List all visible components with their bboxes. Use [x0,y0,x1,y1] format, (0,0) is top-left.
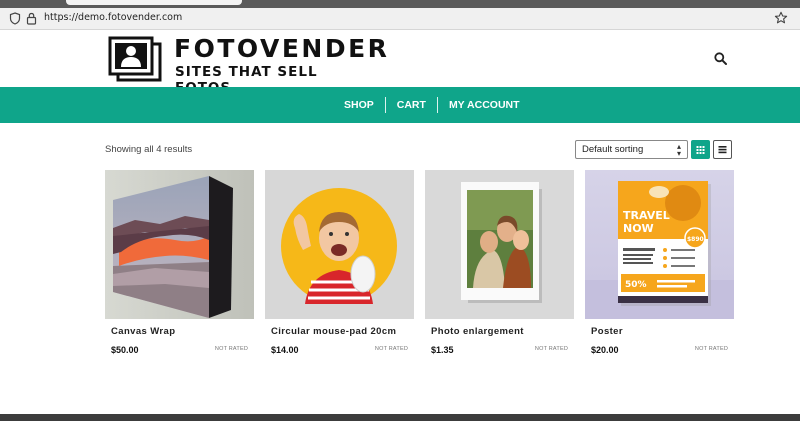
address-bar[interactable]: https://demo.fotovender.com [0,8,800,30]
product-price: $50.00 [111,345,139,355]
logo-name: FOTOVENDER [174,34,390,63]
product-card[interactable]: TRAVEL NOW $890 50% Poster $20.00 NOT RA… [585,170,734,360]
product-card[interactable]: Photo enlargement $1.35 NOT RATED [425,170,574,360]
product-title[interactable]: Poster [591,326,623,337]
nav-menu: SHOP CART MY ACCOUNT [333,87,531,123]
product-image-mouse-pad[interactable] [265,170,414,319]
select-arrows-icon: ▴ ▾ [676,142,681,158]
browser-top-strip [0,0,800,8]
product-title[interactable]: Canvas Wrap [111,326,175,337]
poster-art-line2: NOW [623,222,654,235]
grid-icon [696,146,705,154]
grid-view-button[interactable] [691,140,710,159]
list-icon [718,146,727,154]
url-text[interactable]: https://demo.fotovender.com [44,12,182,23]
bookmark-star-icon[interactable] [774,11,788,25]
product-rating: NOT RATED [214,346,248,352]
product-price: $20.00 [591,345,619,355]
nav-item-cart[interactable]: CART [384,97,437,113]
poster-art-line1: TRAVEL [623,209,670,222]
main-navigation: SHOP CART MY ACCOUNT [0,87,800,123]
product-image-canvas-wrap[interactable] [105,170,254,319]
search-icon[interactable] [714,52,727,65]
product-rating: NOT RATED [694,346,728,352]
sorting-select-value: Default sorting [582,144,644,155]
product-image-photo-enlargement[interactable] [425,170,574,319]
poster-art-price: $890 [687,236,704,243]
product-card[interactable]: Circular mouse-pad 20cm $14.00 NOT RATED [265,170,414,360]
product-price: $1.35 [431,345,454,355]
product-rating: NOT RATED [534,346,568,352]
list-view-button[interactable] [713,140,732,159]
poster-art-promo: 50% [625,280,647,290]
product-title[interactable]: Photo enlargement [431,326,524,337]
photo-stack-logo-icon [108,36,162,82]
lock-icon [26,12,37,25]
nav-item-shop[interactable]: SHOP [333,97,385,113]
nav-item-my-account[interactable]: MY ACCOUNT [436,97,531,113]
site-footer [0,414,800,421]
product-rating: NOT RATED [374,346,408,352]
browser-tab[interactable] [66,0,242,5]
product-title[interactable]: Circular mouse-pad 20cm [271,326,396,337]
site-logo[interactable]: FOTOVENDER SITES THAT SELL FOTOS [108,34,387,96]
sorting-select[interactable]: Default sorting ▴ ▾ [575,140,688,159]
shield-icon [9,12,21,25]
product-card[interactable]: Canvas Wrap $50.00 NOT RATED [105,170,254,360]
product-image-poster[interactable]: TRAVEL NOW $890 50% [585,170,734,319]
result-count: Showing all 4 results [105,144,193,155]
site-header: FOTOVENDER SITES THAT SELL FOTOS [0,30,800,96]
product-price: $14.00 [271,345,299,355]
